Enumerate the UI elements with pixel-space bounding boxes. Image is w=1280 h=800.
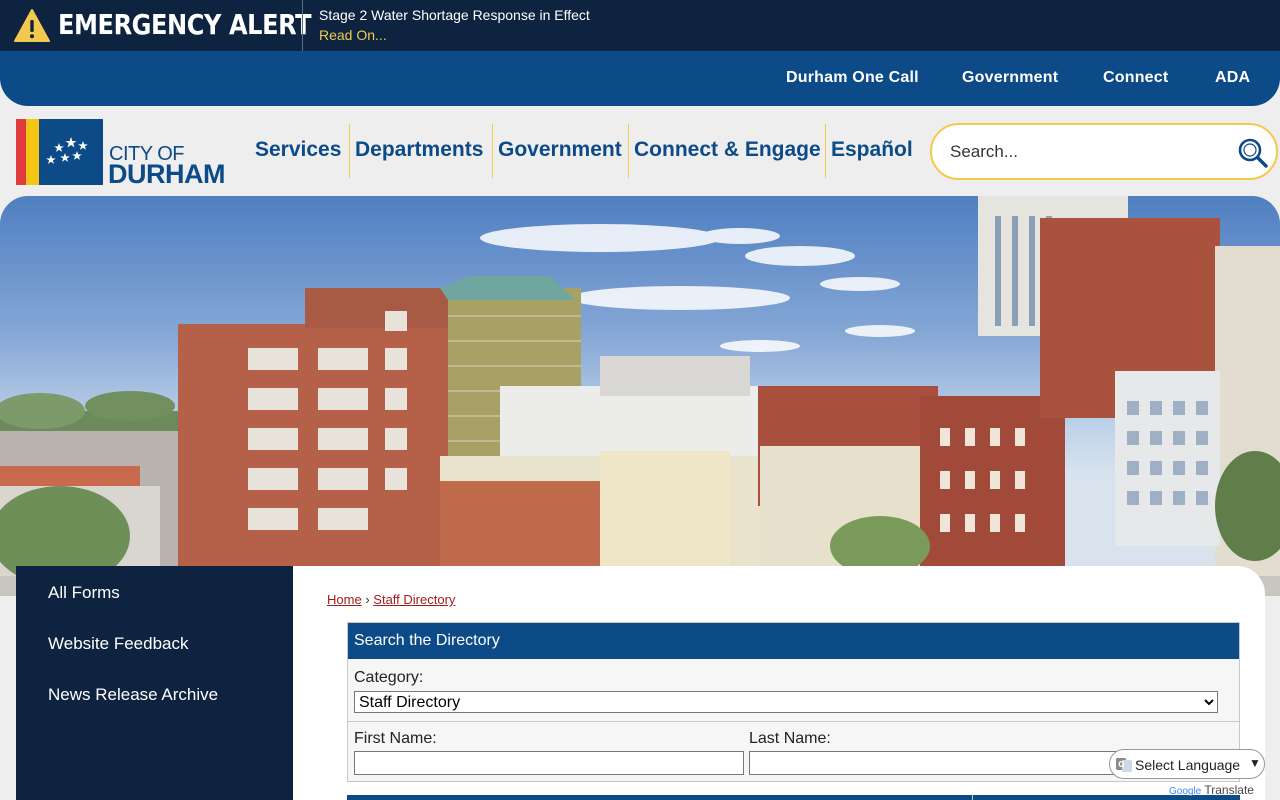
category-select[interactable]: Staff Directory: [354, 691, 1218, 713]
util-link-government[interactable]: Government: [962, 69, 1058, 87]
sidebar-item-news-release-archive[interactable]: News Release Archive: [48, 685, 218, 705]
first-name-input[interactable]: [354, 751, 744, 775]
nav-departments[interactable]: Departments: [355, 138, 483, 162]
directory-divider: [348, 721, 1239, 722]
util-link-durham-one-call[interactable]: Durham One Call: [786, 69, 919, 87]
directory-search-header: Search the Directory: [348, 623, 1239, 659]
breadcrumb: Home › Staff Directory: [327, 592, 455, 607]
nav-separator: [628, 124, 629, 178]
alert-message: Stage 2 Water Shortage Response in Effec…: [319, 7, 590, 23]
logo-text-durham: DURHAM: [108, 159, 225, 189]
google-translate-icon: G: [1116, 758, 1132, 772]
svg-text:G: G: [1118, 760, 1125, 769]
powered-by-google-translate: Google Translate: [1169, 783, 1254, 797]
nav-government[interactable]: Government: [498, 138, 622, 162]
emergency-alert-bar: EMERGENCY ALERT Stage 2 Water Shortage R…: [0, 0, 1280, 51]
search-icon: [1238, 138, 1268, 168]
directory-search-panel: Search the Directory Category: Staff Dir…: [347, 622, 1240, 782]
nav-separator: [825, 124, 826, 178]
util-link-connect[interactable]: Connect: [1103, 69, 1168, 87]
category-label: Category:: [354, 669, 424, 686]
first-name-label: First Name:: [354, 730, 437, 747]
language-select-label: Select Language: [1135, 757, 1241, 773]
sidebar-nav: All Forms Website Feedback News Release …: [16, 566, 293, 800]
search-button[interactable]: [1237, 137, 1269, 169]
alert-title: EMERGENCY ALERT: [58, 8, 312, 41]
nav-separator: [492, 124, 493, 178]
site-header: CITY OF DURHAM Services Departments Gove…: [0, 106, 1280, 196]
utility-nav: Durham One Call Government Connect ADA: [0, 51, 1280, 106]
city-logo[interactable]: CITY OF DURHAM: [16, 119, 238, 189]
last-name-label: Last Name:: [749, 730, 831, 747]
nav-separator: [349, 124, 350, 178]
search-box: [930, 123, 1278, 180]
breadcrumb-separator: ›: [365, 592, 370, 607]
breadcrumb-home[interactable]: Home: [327, 592, 362, 607]
alert-divider: [302, 0, 303, 51]
alert-read-on-link[interactable]: Read On...: [319, 27, 387, 43]
search-input[interactable]: [950, 139, 1220, 165]
hero-skyline-image: [0, 196, 1280, 596]
nav-connect-engage[interactable]: Connect & Engage: [634, 138, 821, 162]
nav-services[interactable]: Services: [255, 138, 341, 162]
breadcrumb-staff-directory[interactable]: Staff Directory: [373, 592, 455, 607]
skyline-illustration: [0, 196, 1280, 596]
warning-icon: [14, 9, 50, 42]
stars-icon: [39, 119, 103, 185]
logo-yellow-bar: [26, 119, 39, 185]
translate-link[interactable]: Translate: [1204, 783, 1254, 797]
util-link-ada[interactable]: ADA: [1215, 69, 1250, 87]
nav-espanol[interactable]: Español: [831, 138, 913, 162]
chevron-down-icon: ▼: [1249, 756, 1261, 770]
sidebar-item-website-feedback[interactable]: Website Feedback: [48, 634, 188, 654]
directory-column-divider: [972, 795, 973, 800]
google-wordmark: Google: [1169, 786, 1202, 797]
directory-next-section-header: [347, 795, 1240, 800]
language-select[interactable]: G Select Language ▼: [1109, 749, 1265, 779]
sidebar-item-all-forms[interactable]: All Forms: [48, 583, 120, 603]
logo-red-bar: [16, 119, 26, 185]
